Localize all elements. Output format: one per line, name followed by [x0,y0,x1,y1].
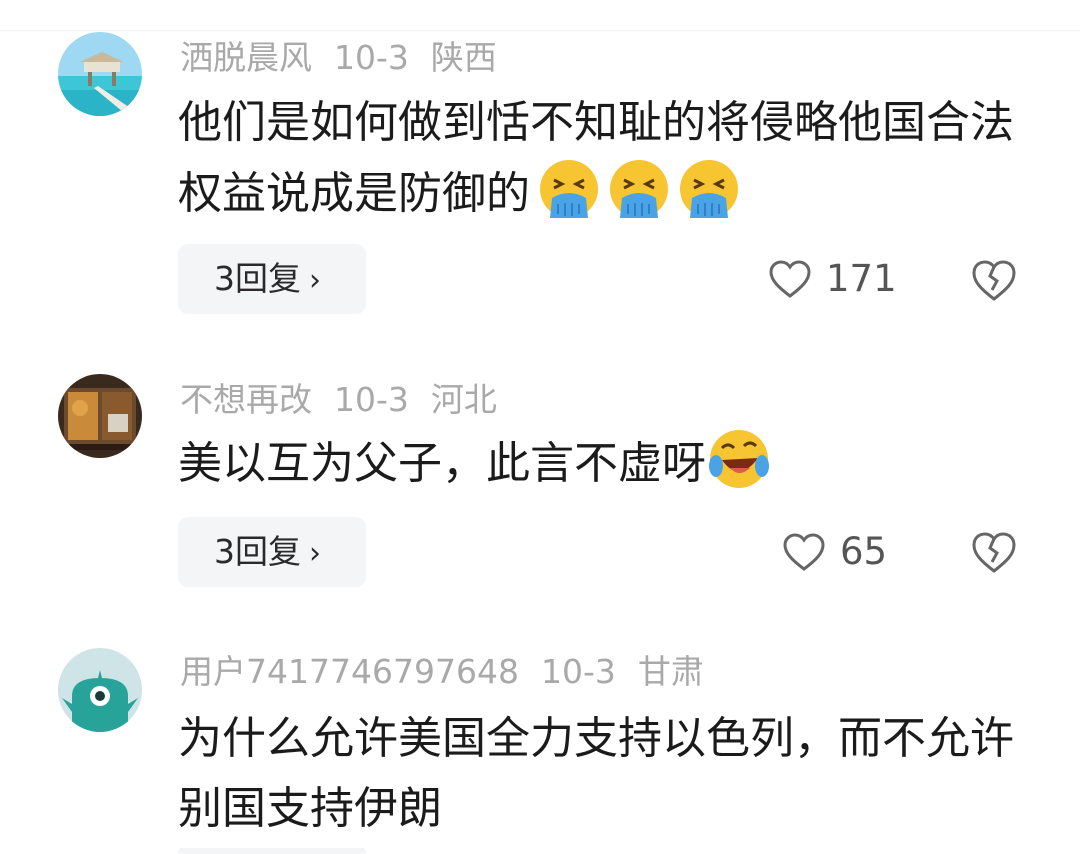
broken-heart-icon[interactable] [970,256,1018,304]
like-button[interactable]: 171 [768,244,897,314]
view-replies-button-partial[interactable] [178,848,366,854]
comment-location: 河北 [430,380,497,419]
avatar-monster-image [58,648,142,732]
view-replies-button[interactable]: 3回复 › [178,517,366,587]
top-divider [0,0,1080,31]
comment-date: 10-3 [540,652,616,691]
comment-text: 美以互为父子，此言不虚呀 [178,438,706,489]
chevron-right-icon: › [309,263,321,298]
reply-count-label: 3回复 [214,259,301,298]
heart-icon [783,533,825,571]
vomit-face-icon [610,160,668,218]
comment-location: 甘肃 [637,652,704,691]
comment-meta: 洒脱晨风 10-3 陕西 [180,38,519,78]
comment-text-block: 美以互为父子，此言不虚呀 [178,428,1018,499]
avatar-beach-image [58,32,142,116]
comment-date: 10-3 [334,380,409,419]
username[interactable]: 洒脱晨风 [180,38,312,77]
comment-meta: 不想再改 10-3 河北 [180,380,519,420]
avatar-window-image [58,374,142,458]
heart-icon [769,260,811,298]
comment-text-block: 他们是如何做到恬不知耻的将侵略他国合法权益说成是防御的 [178,88,1018,229]
vomit-face-icon [680,160,738,218]
laughing-tears-face-icon [709,430,769,488]
comment-date: 10-3 [334,38,409,77]
comment-meta: 用户7417746797648 10-3 甘肃 [180,652,726,692]
username[interactable]: 不想再改 [180,380,312,419]
avatar[interactable] [58,648,142,732]
broken-heart-icon[interactable] [970,528,1018,576]
comment-text: 为什么允许美国全力支持以色列，而不允许别国支持伊朗 [178,713,1014,834]
vomit-face-icon [540,160,598,218]
avatar[interactable] [58,374,142,458]
like-count: 171 [826,257,897,300]
like-count: 65 [840,530,888,573]
reply-count-label: 3回复 [214,532,301,571]
chevron-right-icon: › [309,536,321,571]
avatar[interactable] [58,32,142,116]
comment-location: 陕西 [430,38,497,77]
view-replies-button[interactable]: 3回复 › [178,244,366,314]
username[interactable]: 用户7417746797648 [180,652,519,691]
emoji-group [530,160,740,219]
comment-text-block: 为什么允许美国全力支持以色列，而不允许别国支持伊朗 [178,704,1018,844]
like-button[interactable]: 65 [782,517,887,587]
